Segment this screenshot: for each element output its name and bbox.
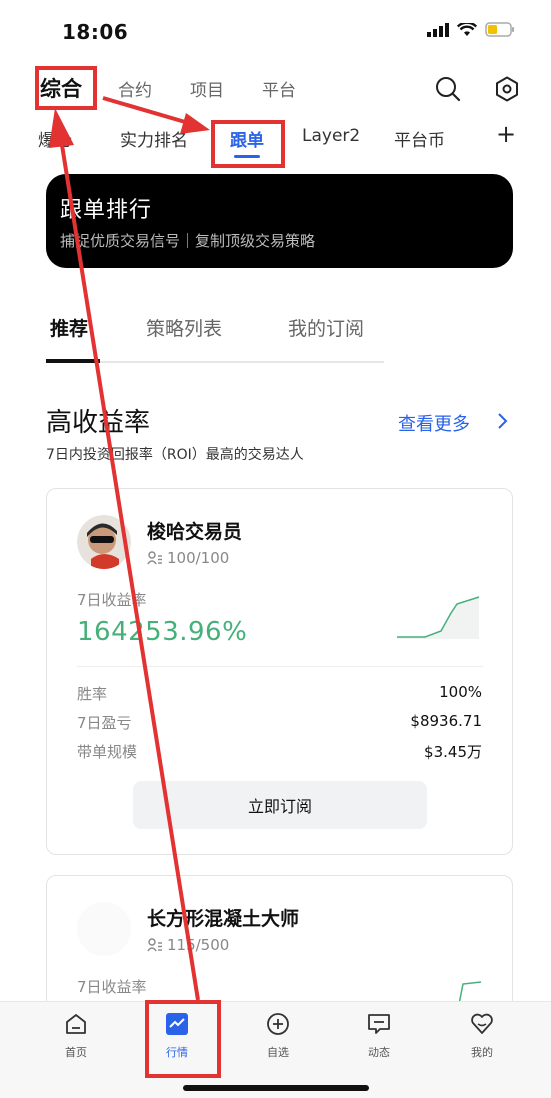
tab-watchlist[interactable]: 自选 [248, 1012, 308, 1060]
status-bar: 18:06 [0, 0, 551, 60]
section-subtitle: 7日内投资回报率（ROI）最高的交易达人 [46, 447, 304, 463]
battery-icon [485, 22, 514, 37]
tab-label: 自选 [267, 1046, 289, 1059]
annotation-box [145, 1000, 221, 1078]
stat-label: 带单规模 [77, 743, 138, 761]
tab-label: 动态 [368, 1046, 390, 1059]
wifi-icon [457, 22, 477, 36]
tab-label: 首页 [65, 1046, 87, 1059]
stat-label: 7日盈亏 [77, 714, 132, 732]
tab-contract[interactable]: 合约 [118, 76, 152, 101]
trader-name: 长方形混凝土大师 [147, 908, 300, 930]
followers-icon [147, 938, 162, 952]
segment-my-subscriptions[interactable]: 我的订阅 [288, 314, 364, 341]
view-more-link[interactable]: 查看更多 [398, 410, 470, 436]
stat-value: 100% [439, 683, 482, 701]
add-tab-button[interactable]: + [496, 120, 516, 148]
annotation-box [211, 120, 285, 168]
subtab-platform-coin[interactable]: 平台币 [394, 126, 445, 151]
home-indicator [183, 1085, 369, 1091]
chevron-right-icon[interactable] [497, 412, 509, 430]
search-icon[interactable] [435, 76, 461, 102]
signal-icon [427, 22, 449, 37]
stat-value: $3.45万 [424, 743, 482, 761]
roi-value: 164253.96% [77, 617, 248, 647]
tab-feed[interactable]: 动态 [349, 1012, 409, 1060]
annotation-box [35, 66, 97, 110]
profile-heart-icon [471, 1013, 493, 1034]
segment-recommended[interactable]: 推荐 [50, 314, 88, 341]
subtab-liquidation[interactable]: 爆仓 [38, 126, 72, 151]
message-icon [368, 1014, 390, 1034]
stat-value: $8936.71 [410, 712, 482, 730]
trader-avatar[interactable] [77, 902, 131, 956]
tab-label: 我的 [471, 1046, 493, 1059]
trader-name: 梭哈交易员 [147, 521, 243, 543]
card-divider [77, 666, 483, 667]
roi-label: 7日收益率 [77, 591, 147, 609]
roi-label: 7日收益率 [77, 978, 147, 996]
bottom-tab-bar: 首页 行情 自选 动态 我的 [0, 1001, 551, 1098]
subtab-ranking[interactable]: 实力排名 [120, 126, 188, 151]
settings-hex-icon[interactable] [495, 76, 519, 102]
home-icon [66, 1014, 86, 1034]
segment-strategy-list[interactable]: 策略列表 [146, 314, 222, 341]
banner-subtitle: 捕捉优质交易信号｜复制顶级交易策略 [60, 232, 316, 250]
tab-project[interactable]: 项目 [190, 76, 224, 101]
tab-profile[interactable]: 我的 [452, 1012, 512, 1060]
follower-count: 100/100 [167, 549, 230, 567]
trader-card[interactable]: 梭哈交易员 100/100 7日收益率 164253.96% 胜率 100% 7… [46, 488, 513, 855]
segment-indicator [46, 359, 100, 363]
tab-platform[interactable]: 平台 [262, 76, 296, 101]
followers-icon [147, 551, 162, 565]
section-title: 高收益率 [46, 408, 151, 438]
stat-label: 胜率 [77, 685, 108, 703]
follower-count: 115/500 [167, 936, 230, 954]
subtab-layer2[interactable]: Layer2 [302, 126, 360, 146]
trader-avatar[interactable] [77, 515, 131, 569]
status-time: 18:06 [62, 20, 129, 44]
tab-home[interactable]: 首页 [46, 1012, 106, 1060]
subscribe-button[interactable]: 立即订阅 [133, 781, 427, 829]
banner-title: 跟单排行 [60, 198, 153, 223]
plus-circle-icon [267, 1013, 289, 1035]
roi-sparkline [397, 596, 480, 639]
copy-trading-banner[interactable]: 跟单排行 捕捉优质交易信号｜复制顶级交易策略 [46, 174, 513, 268]
